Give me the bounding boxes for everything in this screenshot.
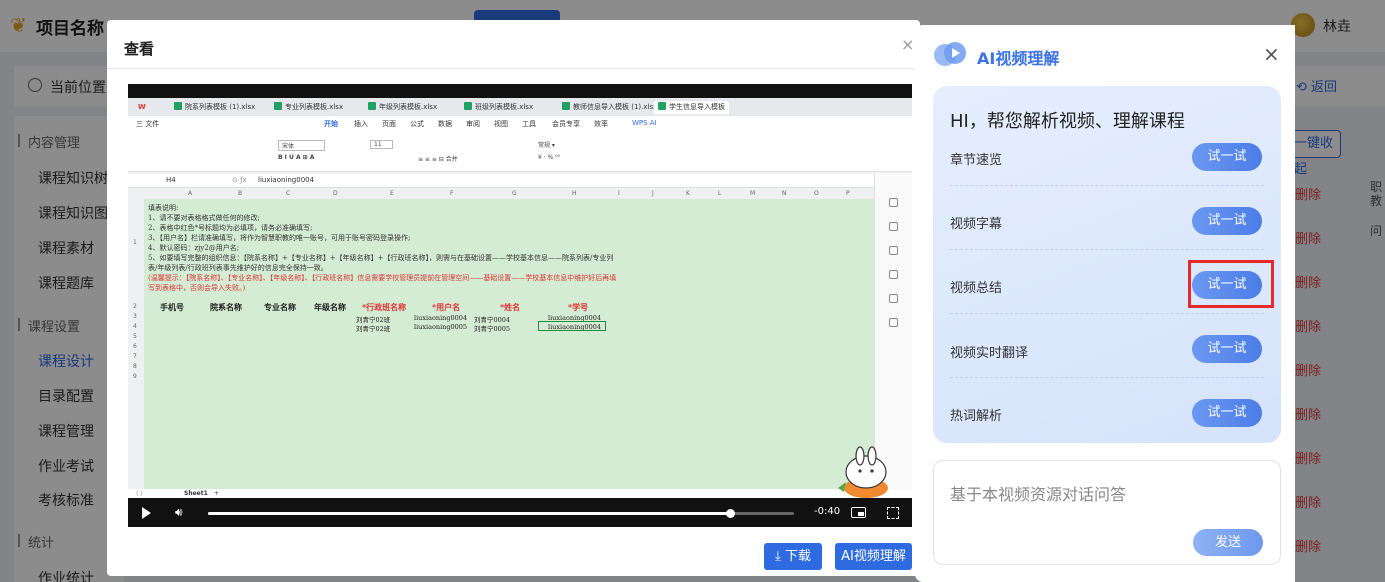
try-button-hotword[interactable]: 试一试 — [1192, 399, 1262, 427]
video-player[interactable]: W 院系列表模板 (1).xlsx 专业列表模板.xlsx 年级列表模板.xls… — [128, 84, 912, 527]
ai-play-logo-icon — [934, 42, 966, 66]
wps-tab-bar: W 院系列表模板 (1).xlsx 专业列表模板.xlsx 年级列表模板.xls… — [128, 98, 912, 116]
send-button[interactable]: 发送 — [1193, 529, 1263, 556]
progress-knob[interactable] — [725, 509, 735, 518]
close-icon[interactable]: × — [1263, 42, 1280, 66]
time-remaining: -0:40 — [814, 506, 841, 517]
feature-label-summary: 视频总结 — [950, 281, 1003, 296]
spreadsheet-grid: 填表说明: 1、请不要对表格格式做任何的修改; 2、表格中红色*号标题均为必填项… — [144, 199, 874, 489]
play-icon[interactable] — [142, 507, 151, 519]
view-dialog: 查看 × W 院系列表模板 (1).xlsx 专业列表模板.xlsx 年级列表模… — [107, 20, 920, 576]
wps-sheet-tabs: ⟨ ⟩ Sheet1 + — [128, 489, 912, 498]
wps-file-tab: 年级列表模板.xlsx — [364, 101, 441, 114]
try-button-subtitle[interactable]: 试一试 — [1192, 207, 1262, 235]
highlight-box — [1188, 260, 1274, 308]
try-button-chapter[interactable]: 试一试 — [1192, 143, 1262, 171]
sheet-header-row: 手机号 院系名称 专业名称 年级名称 *行政班名称 *用户名 *姓名 *学号 — [160, 302, 589, 312]
selected-cell — [538, 321, 606, 331]
ai-panel-title: AI视频理解 — [977, 49, 1060, 68]
ai-panel: AI视频理解 × HI，帮您解析视频、理解课程 章节速览 试一试 视频字幕 试一… — [915, 25, 1295, 582]
divider — [107, 68, 920, 69]
wps-file-tab: 专业列表模板.xlsx — [270, 101, 347, 114]
wps-ribbon: 宋体 11 B I U A ⊞ A ≡ ≡ ≡ ⊟ 合并 常规 ▾ ¥ · % … — [128, 132, 912, 172]
ai-feature-card: HI，帮您解析视频、理解课程 章节速览 试一试 视频字幕 试一试 视频总结 试一… — [933, 86, 1281, 443]
progress-fill — [208, 512, 730, 515]
wps-file-tab: 学生信息导入模板 — [654, 101, 729, 114]
wps-row-numbers: 123456789 — [128, 199, 144, 489]
video-frame: W 院系列表模板 (1).xlsx 专业列表模板.xlsx 年级列表模板.xls… — [128, 98, 912, 498]
feature-label-translate: 视频实时翻译 — [950, 346, 1029, 361]
dialog-title: 查看 — [124, 40, 155, 58]
fullscreen-icon[interactable] — [887, 507, 899, 519]
wps-file-tab: 院系列表模板 (1).xlsx — [170, 101, 259, 114]
divider — [950, 249, 1264, 250]
wps-formula-bar: H4 ⊙ ƒx liuxiaoning0004 — [128, 174, 874, 188]
feature-label-hotword: 热词解析 — [950, 409, 1003, 424]
feature-label-chapter: 章节速览 — [950, 153, 1003, 168]
sheet-notes: 填表说明: 1、请不要对表格格式做任何的修改; 2、表格中红色*号标题均为必填项… — [148, 204, 617, 292]
ai-greeting: HI，帮您解析视频、理解课程 — [950, 111, 1185, 132]
chat-box: 基于本视频资源对话问答 发送 — [933, 460, 1281, 565]
carrot-mascot-icon — [838, 446, 888, 498]
divider — [950, 185, 1264, 186]
wps-logo-icon: W — [138, 103, 146, 111]
download-button[interactable]: ⤓ 下载 — [764, 543, 822, 570]
volume-icon[interactable]: 🔊︎ — [175, 506, 189, 519]
chat-input[interactable]: 基于本视频资源对话问答 — [950, 481, 1126, 505]
wps-file-tab: 班级列表模板.xlsx — [460, 101, 537, 114]
try-button-translate[interactable]: 试一试 — [1192, 335, 1262, 363]
wps-column-headers: A B C D E F G H I J K L M N O P — [128, 189, 874, 199]
video-controls: 🔊︎ -0:40 — [128, 498, 912, 527]
feature-label-subtitle: 视频字幕 — [950, 217, 1003, 232]
divider — [950, 313, 1264, 314]
picture-in-picture-icon[interactable] — [851, 507, 866, 518]
close-icon[interactable]: × — [901, 35, 914, 54]
divider — [950, 377, 1264, 378]
wps-file-tab: 教师信息导入模板 (1).xlsx — [558, 101, 661, 114]
ai-video-button[interactable]: AI视频理解 — [835, 543, 912, 570]
wps-menu-bar: 三 文件 开始 插入 页面 公式 数据 审阅 视图 工具 会员专享 效率 WPS… — [128, 116, 912, 132]
progress-bar[interactable] — [208, 509, 794, 518]
